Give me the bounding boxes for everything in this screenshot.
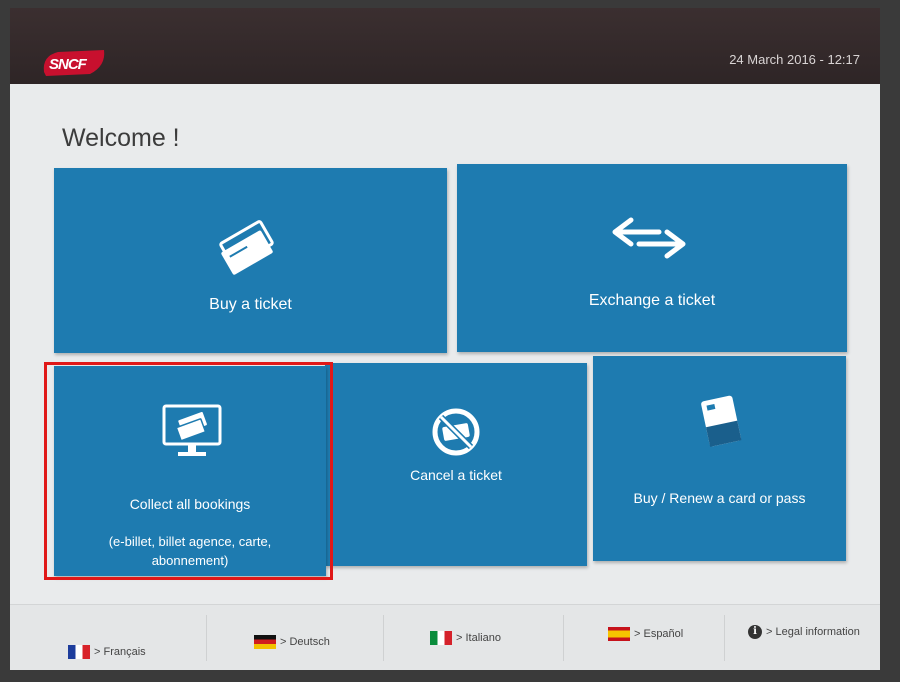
- language-deutsch[interactable]: > Deutsch: [254, 635, 330, 649]
- france-flag: [68, 645, 90, 659]
- tile-label: Exchange a ticket: [588, 292, 716, 309]
- language-francais[interactable]: > Français: [68, 645, 146, 659]
- language-italiano[interactable]: > Italiano: [430, 631, 501, 645]
- card-pass-icon: [701, 395, 742, 447]
- info-icon: i: [748, 625, 762, 639]
- language-label: > Deutsch: [280, 636, 330, 648]
- kiosk-screen: SNCF 24 March 2016 - 12:17 Welcome ! Buy…: [10, 8, 880, 670]
- cancel-ticket-tile[interactable]: Cancel a ticket: [325, 363, 587, 566]
- language-footer: > Français > Deutsch > Italiano > Españo…: [10, 604, 880, 670]
- svg-text:SNCF: SNCF: [49, 56, 88, 73]
- tile-label: Buy / Renew a card or pass: [633, 490, 806, 506]
- tile-label: Cancel a ticket: [410, 467, 502, 483]
- selection-highlight: [44, 362, 333, 580]
- tickets-icon: [219, 220, 274, 275]
- italy-flag: [430, 631, 452, 645]
- exchange-arrows-icon: [612, 217, 686, 259]
- language-label: > Français: [94, 646, 146, 658]
- header-bar: SNCF 24 March 2016 - 12:17: [10, 8, 880, 84]
- date-time: 24 March 2016 - 12:17: [729, 52, 860, 67]
- buy-ticket-tile[interactable]: Buy a ticket: [54, 168, 447, 353]
- page-title: Welcome !: [62, 124, 180, 152]
- tile-label: Buy a ticket: [209, 296, 292, 313]
- divider: [724, 615, 725, 661]
- sncf-logo: SNCF: [43, 50, 105, 76]
- language-espanol[interactable]: > Español: [608, 627, 683, 641]
- divider: [206, 615, 207, 661]
- legal-label: > Legal information: [766, 626, 860, 638]
- divider: [563, 615, 564, 661]
- language-label: > Italiano: [456, 632, 501, 644]
- no-ticket-icon: [432, 408, 480, 456]
- germany-flag: [254, 635, 276, 649]
- divider: [383, 615, 384, 661]
- buy-renew-card-tile[interactable]: Buy / Renew a card or pass: [593, 356, 846, 561]
- legal-information-link[interactable]: i > Legal information: [748, 625, 860, 639]
- spain-flag: [608, 627, 630, 641]
- exchange-ticket-tile[interactable]: Exchange a ticket: [457, 164, 847, 352]
- language-label: > Español: [634, 628, 684, 640]
